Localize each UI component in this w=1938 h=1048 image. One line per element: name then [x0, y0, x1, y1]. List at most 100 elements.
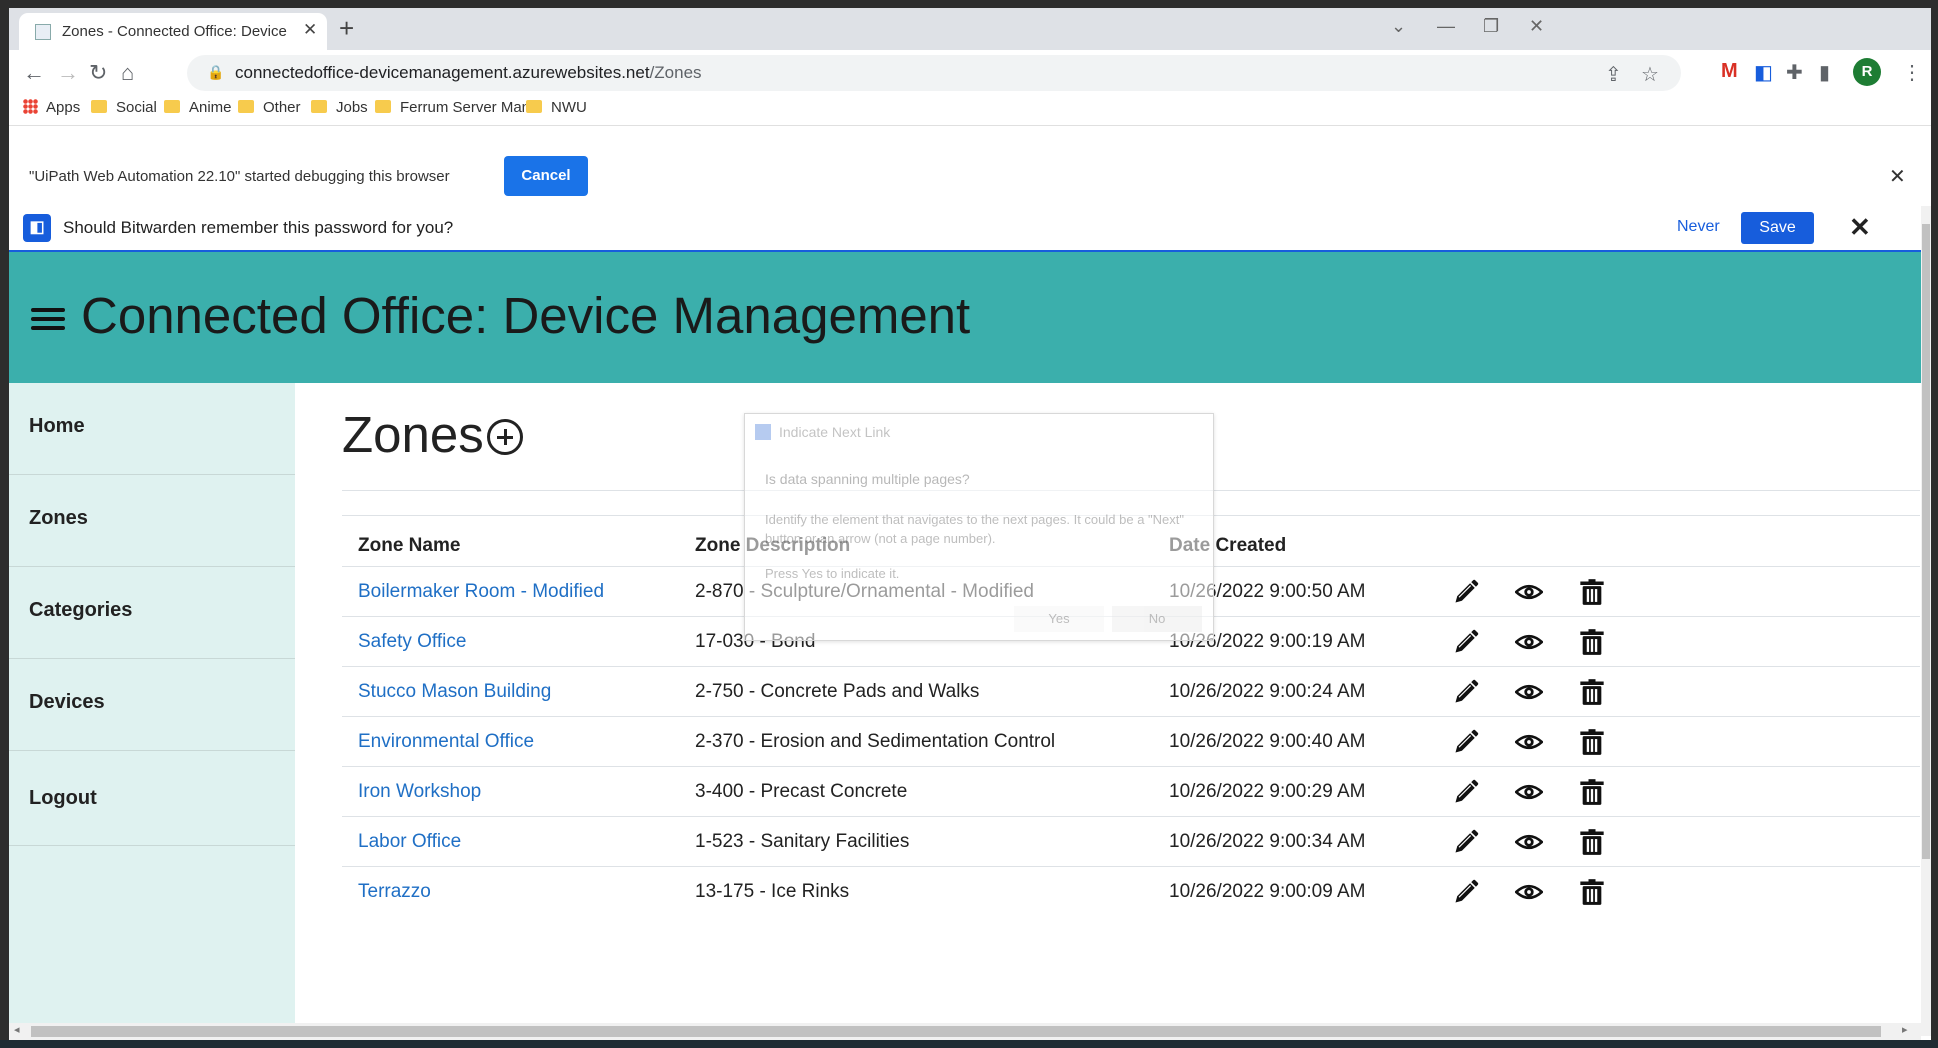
- side-panel-icon[interactable]: ▮: [1819, 60, 1830, 85]
- bitwarden-extension-icon[interactable]: ◧: [1754, 60, 1773, 85]
- url-path: /Zones: [649, 63, 702, 82]
- edit-pencil-icon[interactable]: [1452, 628, 1480, 656]
- reload-icon[interactable]: ↻: [89, 60, 107, 86]
- url-text: connectedoffice-devicemanagement.azurewe…: [235, 63, 702, 83]
- indicate-next-link-dialog: Indicate Next Link Is data spanning mult…: [744, 413, 1214, 641]
- date-created: 10/26/2022 9:00:29 AM: [1169, 781, 1366, 802]
- zone-name-link[interactable]: Safety Office: [358, 631, 466, 653]
- dialog-yes-button[interactable]: Yes: [1014, 606, 1104, 632]
- tab-close-icon[interactable]: ✕: [303, 20, 317, 40]
- folder-icon: [164, 100, 180, 113]
- hamburger-menu-icon[interactable]: [31, 308, 65, 334]
- new-tab-plus-icon[interactable]: +: [339, 13, 354, 44]
- bookmark-folder-ferrum[interactable]: Ferrum Server Man...: [375, 99, 543, 116]
- folder-icon: [238, 100, 254, 113]
- back-arrow-icon[interactable]: ←: [23, 60, 45, 86]
- view-eye-icon[interactable]: [1515, 728, 1543, 756]
- column-header-zone-name: Zone Name: [358, 535, 461, 556]
- delete-trash-icon[interactable]: [1578, 728, 1606, 756]
- forward-arrow-icon[interactable]: →: [57, 60, 79, 86]
- dialog-no-button[interactable]: No: [1112, 606, 1202, 632]
- bitwarden-close-icon[interactable]: ✕: [1849, 212, 1871, 243]
- bookmark-label: Anime: [189, 99, 232, 116]
- sidebar-item-home[interactable]: Home: [9, 383, 295, 475]
- delete-trash-icon[interactable]: [1578, 578, 1606, 606]
- gmail-extension-icon[interactable]: M: [1721, 60, 1738, 83]
- edit-pencil-icon[interactable]: [1452, 878, 1480, 906]
- bookmark-folder-social[interactable]: Social: [91, 99, 157, 116]
- scroll-left-arrow-icon[interactable]: ◂: [14, 1023, 20, 1036]
- bookmark-star-icon[interactable]: ☆: [1641, 62, 1659, 87]
- horizontal-scrollbar[interactable]: ◂ ▸: [9, 1023, 1921, 1040]
- edit-pencil-icon[interactable]: [1452, 678, 1480, 706]
- delete-trash-icon[interactable]: [1578, 678, 1606, 706]
- tab-search-chevron-icon[interactable]: ⌄: [1391, 16, 1406, 37]
- bitwarden-never-button[interactable]: Never: [1677, 218, 1720, 236]
- debugging-message: "UiPath Web Automation 22.10" started de…: [29, 168, 450, 185]
- edit-pencil-icon[interactable]: [1452, 728, 1480, 756]
- restore-icon[interactable]: ❐: [1483, 16, 1499, 37]
- tab-strip: Zones - Connected Office: Device ✕ + ⌄ —…: [9, 8, 1931, 50]
- zone-name-link[interactable]: Terrazzo: [358, 881, 431, 903]
- sidebar-item-categories[interactable]: Categories: [9, 567, 295, 659]
- zone-description: 1-523 - Sanitary Facilities: [695, 831, 910, 852]
- delete-trash-icon[interactable]: [1578, 628, 1606, 656]
- address-bar[interactable]: 🔒 connectedoffice-devicemanagement.azure…: [187, 55, 1681, 91]
- view-eye-icon[interactable]: [1515, 578, 1543, 606]
- view-eye-icon[interactable]: [1515, 828, 1543, 856]
- horizontal-scroll-thumb[interactable]: [31, 1026, 1881, 1037]
- bookmark-label: NWU: [551, 99, 587, 116]
- delete-trash-icon[interactable]: [1578, 828, 1606, 856]
- vertical-scrollbar[interactable]: [1921, 206, 1931, 1036]
- edit-pencil-icon[interactable]: [1452, 778, 1480, 806]
- bitwarden-save-button[interactable]: Save: [1741, 212, 1814, 244]
- tab-title: Zones - Connected Office: Device: [62, 23, 287, 40]
- bookmark-folder-anime[interactable]: Anime: [164, 99, 232, 116]
- cancel-debugging-button[interactable]: Cancel: [504, 156, 588, 196]
- share-icon[interactable]: ⇪: [1605, 62, 1622, 87]
- zone-name-link[interactable]: Boilermaker Room - Modified: [358, 581, 604, 603]
- table-row: Iron Workshop 3-400 - Precast Concrete 1…: [342, 766, 1920, 817]
- sidebar-item-zones[interactable]: Zones: [9, 475, 295, 567]
- edit-pencil-icon[interactable]: [1452, 578, 1480, 606]
- add-zone-button[interactable]: [487, 419, 523, 455]
- bookmark-folder-jobs[interactable]: Jobs: [311, 99, 368, 116]
- bitwarden-save-bar: ◧ Should Bitwarden remember this passwor…: [9, 206, 1921, 252]
- delete-trash-icon[interactable]: [1578, 778, 1606, 806]
- delete-trash-icon[interactable]: [1578, 878, 1606, 906]
- sidebar-item-devices[interactable]: Devices: [9, 659, 295, 751]
- bookmark-label: Social: [116, 99, 157, 116]
- profile-avatar[interactable]: R: [1853, 58, 1881, 86]
- sidebar-item-logout[interactable]: Logout: [9, 751, 295, 846]
- window-close-icon[interactable]: ✕: [1529, 16, 1544, 37]
- infobar-close-icon[interactable]: ✕: [1889, 164, 1906, 189]
- dialog-prompt: Press Yes to indicate it.: [765, 566, 900, 581]
- zone-name-link[interactable]: Iron Workshop: [358, 781, 481, 803]
- folder-icon: [526, 100, 542, 113]
- bookmark-label: Jobs: [336, 99, 368, 116]
- minimize-icon[interactable]: —: [1437, 16, 1455, 37]
- zone-name-link[interactable]: Stucco Mason Building: [358, 681, 551, 703]
- view-eye-icon[interactable]: [1515, 778, 1543, 806]
- zone-name-link[interactable]: Labor Office: [358, 831, 461, 853]
- bookmark-apps[interactable]: Apps: [23, 99, 80, 116]
- view-eye-icon[interactable]: [1515, 628, 1543, 656]
- zone-name-link[interactable]: Environmental Office: [358, 731, 534, 753]
- date-created: 10/26/2022 9:00:24 AM: [1169, 681, 1366, 702]
- vertical-scroll-thumb[interactable]: [1922, 224, 1930, 859]
- browser-tab-active[interactable]: Zones - Connected Office: Device ✕: [19, 13, 327, 50]
- sidebar-item-label: Zones: [29, 507, 88, 529]
- kebab-menu-icon[interactable]: ⋮: [1902, 60, 1922, 85]
- lock-icon: 🔒: [207, 64, 225, 80]
- scroll-right-arrow-icon[interactable]: ▸: [1902, 1023, 1908, 1036]
- bookmark-folder-nwu[interactable]: NWU: [526, 99, 587, 116]
- view-eye-icon[interactable]: [1515, 678, 1543, 706]
- bitwarden-message: Should Bitwarden remember this password …: [63, 218, 454, 237]
- home-icon[interactable]: ⌂: [121, 60, 134, 86]
- bookmark-folder-other[interactable]: Other: [238, 99, 301, 116]
- zone-description: 2-370 - Erosion and Sedimentation Contro…: [695, 731, 1056, 752]
- edit-pencil-icon[interactable]: [1452, 828, 1480, 856]
- extensions-puzzle-icon[interactable]: ✚: [1786, 60, 1803, 85]
- table-row: Terrazzo 13-175 - Ice Rinks 10/26/2022 9…: [342, 866, 1920, 917]
- view-eye-icon[interactable]: [1515, 878, 1543, 906]
